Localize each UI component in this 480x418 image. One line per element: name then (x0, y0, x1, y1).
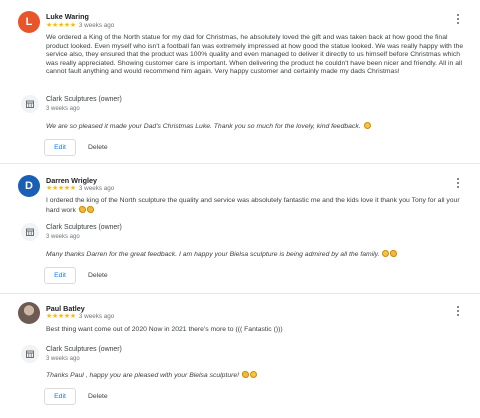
owner-reply-time: 3 weeks ago (46, 234, 80, 240)
avatar-letter: D (25, 180, 33, 192)
stars: ★★★★★ (46, 22, 76, 29)
avatar-letter: L (25, 16, 33, 28)
stars: ★★★★★ (46, 313, 76, 320)
owner-store-icon (21, 345, 39, 363)
delete-button[interactable]: Delete (88, 267, 108, 284)
review-time: 3 weeks ago (78, 313, 115, 320)
owner-name: Clark Sculptures (owner) (46, 346, 122, 353)
review-text: We ordered a King of the North statue fo… (46, 34, 464, 76)
owner-reply-text: We are so pleased it made your Dad's Chr… (46, 122, 466, 132)
review-card: Paul Batley ★★★★★ 3 weeks ago Best thing … (0, 294, 480, 418)
review-body: I ordered the king of the North sculptur… (46, 197, 460, 214)
emoji-icon (86, 205, 94, 213)
more-vert-icon[interactable] (452, 176, 464, 190)
edit-button[interactable]: Edit (44, 388, 76, 405)
review-card: L Luke Waring ★★★★★ 3 weeks ago We ordere… (0, 0, 480, 164)
star-rating: ★★★★★ 3 weeks ago (46, 184, 114, 192)
reviewer-avatar-photo[interactable] (18, 302, 40, 324)
review-time: 3 weeks ago (78, 185, 115, 192)
emoji-icon (382, 250, 390, 257)
owner-reply-time: 3 weeks ago (46, 356, 80, 362)
delete-button[interactable]: Delete (88, 388, 108, 405)
review-card: D Darren Wrigley ★★★★★ 3 weeks ago I orde… (0, 164, 480, 294)
owner-reply-text: Many thanks Darren for the great feedbac… (46, 250, 466, 260)
reviewer-avatar[interactable]: L (18, 11, 40, 33)
delete-button[interactable]: Delete (88, 139, 108, 156)
owner-reply-body: Many thanks Darren for the great feedbac… (46, 251, 380, 258)
edit-button[interactable]: Edit (44, 139, 76, 156)
owner-reply-body: We are so pleased it made your Dad's Chr… (46, 123, 361, 130)
reviewer-avatar[interactable]: D (18, 175, 40, 197)
emoji-icon (363, 122, 371, 129)
star-rating: ★★★★★ 3 weeks ago (46, 21, 114, 29)
owner-reply-text: Thanks Paul , happy you are pleased with… (46, 371, 466, 381)
more-vert-icon[interactable] (452, 304, 464, 318)
edit-button[interactable]: Edit (44, 267, 76, 284)
owner-reply-time: 3 weeks ago (46, 106, 80, 112)
emoji-icon (249, 371, 257, 378)
owner-name: Clark Sculptures (owner) (46, 224, 122, 231)
review-text: Best thing want come out of 2020 Now in … (46, 326, 283, 333)
star-rating: ★★★★★ 3 weeks ago (46, 312, 114, 320)
owner-store-icon (21, 223, 39, 241)
review-text: I ordered the king of the North sculptur… (46, 197, 466, 215)
owner-name: Clark Sculptures (owner) (46, 96, 122, 103)
reviewer-name[interactable]: Luke Waring (46, 12, 89, 21)
review-time: 3 weeks ago (78, 22, 115, 29)
stars: ★★★★★ (46, 185, 76, 192)
more-vert-icon[interactable] (452, 12, 464, 26)
emoji-icon (241, 371, 249, 378)
emoji-icon (78, 205, 86, 213)
owner-store-icon (21, 95, 39, 113)
emoji-icon (390, 250, 398, 257)
owner-reply-body: Thanks Paul , happy you are pleased with… (46, 372, 240, 379)
